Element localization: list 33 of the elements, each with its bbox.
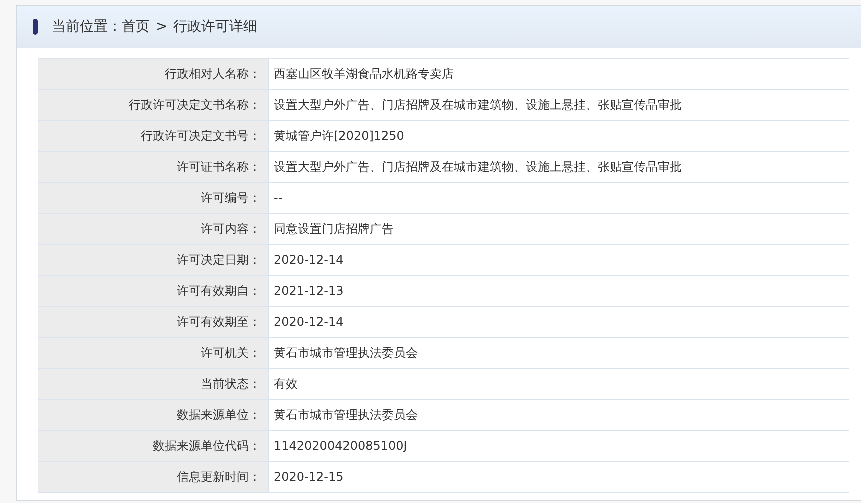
field-label: 信息更新时间： xyxy=(38,462,268,492)
field-label: 行政许可决定文书号： xyxy=(38,120,268,152)
field-label: 数据来源单位代码： xyxy=(38,430,268,462)
field-value: 设置大型户外广告、门店招牌及在城市建筑物、设施上悬挂、张贴宣传品审批 xyxy=(268,90,849,120)
field-label: 当前状态： xyxy=(38,368,268,400)
field-label: 许可内容： xyxy=(38,214,268,244)
field-value: 2020-12-14 xyxy=(268,306,849,338)
marker-bar xyxy=(33,19,38,35)
field-value: 2020-12-14 xyxy=(268,244,849,276)
field-label: 许可编号： xyxy=(38,182,268,214)
breadcrumb-link[interactable]: 首页 xyxy=(122,18,150,36)
field-value: 同意设置门店招牌广告 xyxy=(268,214,849,244)
field-value: 黄石市城市管理执法委员会 xyxy=(268,400,849,430)
field-value: 2020-12-15 xyxy=(268,462,849,492)
field-value: 2021-12-13 xyxy=(268,276,849,306)
field-value: 11420200420085100J xyxy=(268,430,849,462)
breadcrumb-separator: > xyxy=(156,19,168,35)
field-label: 数据来源单位： xyxy=(38,400,268,430)
field-label: 许可决定日期： xyxy=(38,244,268,276)
field-label: 行政许可决定文书名称： xyxy=(38,90,268,120)
field-label: 许可有效期自： xyxy=(38,276,268,306)
field-label: 许可有效期至： xyxy=(38,306,268,338)
breadcrumb-label: 当前位置： xyxy=(52,18,122,36)
field-value: 黄城管户许[2020]1250 xyxy=(268,120,849,152)
field-value: 有效 xyxy=(268,368,849,400)
field-value: 西塞山区牧羊湖食品水机路专卖店 xyxy=(268,58,849,90)
field-value: 设置大型户外广告、门店招牌及在城市建筑物、设施上悬挂、张贴宣传品审批 xyxy=(268,152,849,182)
field-label: 许可机关： xyxy=(38,338,268,368)
field-label: 行政相对人名称： xyxy=(38,58,268,90)
field-value: -- xyxy=(268,182,849,214)
breadcrumb-current: 行政许可详细 xyxy=(174,18,258,36)
field-value: 黄石市城市管理执法委员会 xyxy=(268,338,849,368)
field-label: 许可证书名称： xyxy=(38,152,268,182)
